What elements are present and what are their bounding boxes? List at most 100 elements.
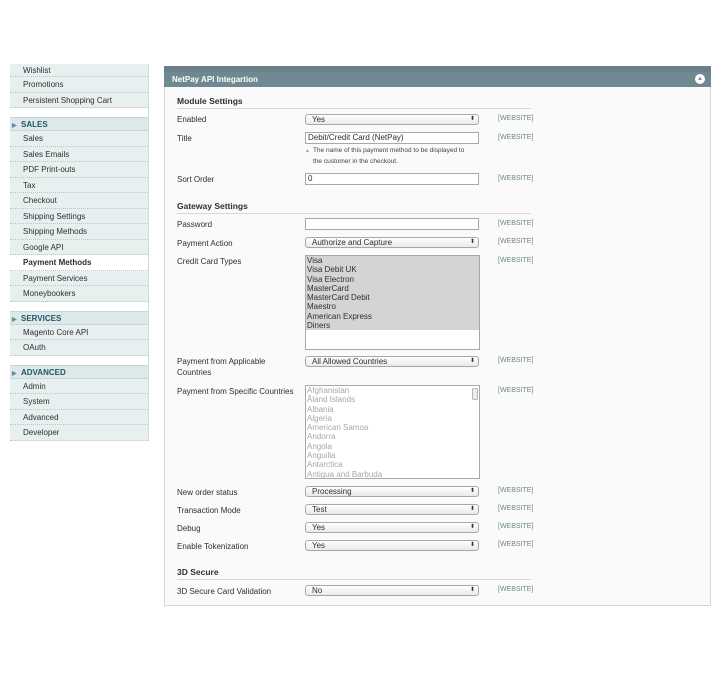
section-title: NetPay API Integartion	[172, 75, 258, 84]
enabled-label: Enabled	[177, 115, 207, 124]
debug-value: Yes	[312, 523, 326, 532]
sidebar-group-sales[interactable]: ▶ SALES	[10, 117, 148, 131]
sidebar-item-payment-methods[interactable]: Payment Methods	[10, 255, 148, 271]
sidebar-item-pdf-printouts[interactable]: PDF Print-outs	[10, 162, 148, 178]
sort-order-input[interactable]: 0	[305, 173, 479, 185]
sidebar-item-shipping-methods[interactable]: Shipping Methods	[10, 224, 148, 240]
tokenization-label: Enable Tokenization	[177, 542, 249, 551]
scope-label: [WEBSITE]	[498, 220, 534, 227]
scope-label: [WEBSITE]	[498, 115, 534, 122]
sidebar-item-sales-emails[interactable]: Sales Emails	[10, 146, 148, 162]
sidebar-item-advanced[interactable]: Advanced	[10, 409, 148, 425]
sidebar-group-label: ADVANCED	[21, 367, 66, 377]
cc-type-option[interactable]: MasterCard	[306, 283, 479, 294]
scope-label: [WEBSITE]	[498, 357, 534, 364]
password-input[interactable]	[305, 218, 479, 230]
secure3d-validation-value: No	[312, 586, 323, 595]
scope-label: [WEBSITE]	[498, 541, 534, 548]
select-arrows-icon: ⬍	[469, 542, 475, 548]
enabled-value: Yes	[312, 115, 326, 124]
password-label: Password	[177, 220, 213, 229]
select-arrows-icon: ⬍	[469, 116, 475, 122]
order-status-value: Processing	[312, 487, 352, 496]
scope-label: [WEBSITE]	[498, 238, 534, 245]
sidebar-item-sales[interactable]: Sales	[10, 131, 148, 147]
config-sidebar: Wishlist Promotions Persistent Shopping …	[10, 64, 149, 441]
secure3d-heading: 3D Secure	[177, 567, 531, 580]
tokenization-select[interactable]: Yes ⬍	[305, 540, 479, 551]
cc-type-option[interactable]: Visa	[306, 256, 479, 266]
sidebar-spacer	[10, 355, 148, 365]
sidebar-item-payment-services[interactable]: Payment Services	[10, 270, 148, 286]
sidebar-item-developer[interactable]: Developer	[10, 425, 148, 441]
cc-types-multiselect[interactable]: Visa Visa Debit UK Visa Electron MasterC…	[305, 255, 480, 350]
label-line1: Payment from Applicable	[177, 357, 266, 366]
title-input[interactable]: Debit/Credit Card (NetPay)	[305, 132, 479, 144]
scrollbar-thumb	[472, 388, 478, 400]
country-option: Albania	[307, 404, 334, 414]
country-option: Anguilla	[307, 451, 336, 461]
scope-label: [WEBSITE]	[498, 134, 534, 141]
country-option: Afghanistan	[307, 386, 350, 395]
sidebar-item-system[interactable]: System	[10, 394, 148, 410]
sidebar-item-shipping-settings[interactable]: Shipping Settings	[10, 208, 148, 224]
transaction-mode-label: Transaction Mode	[177, 506, 241, 515]
country-option: Andorra	[307, 432, 336, 442]
sidebar-item-checkout[interactable]: Checkout	[10, 193, 148, 209]
debug-select[interactable]: Yes ⬍	[305, 522, 479, 533]
order-status-select[interactable]: Processing ⬍	[305, 486, 479, 497]
select-arrows-icon: ⬍	[469, 506, 475, 512]
sidebar-item-moneybookers[interactable]: Moneybookers	[10, 286, 148, 302]
sidebar-item-admin[interactable]: Admin	[10, 378, 148, 394]
sidebar-item-promotions[interactable]: Promotions	[10, 77, 148, 93]
select-arrows-icon: ⬍	[469, 239, 475, 245]
sidebar-item-persistent-cart[interactable]: Persistent Shopping Cart	[10, 92, 148, 108]
scope-label: [WEBSITE]	[498, 487, 534, 494]
cc-type-option[interactable]: MasterCard Debit	[306, 293, 479, 303]
cc-type-option[interactable]: Visa Debit UK	[306, 265, 479, 275]
country-option: Antarctica	[307, 460, 343, 470]
country-option: Angola	[307, 441, 332, 451]
collapse-icon[interactable]: ▲	[695, 74, 705, 84]
secure3d-validation-label: 3D Secure Card Validation	[177, 587, 272, 596]
cc-type-option[interactable]: American Express	[306, 311, 479, 322]
gateway-settings-heading: Gateway Settings	[177, 201, 531, 214]
enabled-select[interactable]: Yes ⬍	[305, 114, 479, 125]
scope-label: [WEBSITE]	[498, 523, 534, 530]
applicable-countries-select[interactable]: All Allowed Countries ⬍	[305, 356, 479, 367]
cc-type-option[interactable]: Diners	[306, 321, 479, 331]
sidebar-item-wishlist[interactable]: Wishlist	[10, 64, 148, 77]
cc-types-label: Credit Card Types	[177, 257, 242, 266]
scope-label: [WEBSITE]	[498, 505, 534, 512]
sidebar-group-services[interactable]: ▶ SERVICES	[10, 310, 148, 325]
transaction-mode-select[interactable]: Test ⬍	[305, 504, 479, 515]
section-header[interactable]: NetPay API Integartion ▲	[164, 72, 711, 87]
country-option: Åland Islands	[307, 395, 356, 405]
scope-label: [WEBSITE]	[498, 586, 534, 593]
transaction-mode-value: Test	[312, 505, 327, 514]
sidebar-group-advanced[interactable]: ▶ ADVANCED	[10, 364, 148, 379]
sidebar-item-core-api[interactable]: Magento Core API	[10, 324, 148, 340]
scope-label: [WEBSITE]	[498, 387, 534, 394]
chevron-right-icon: ▶	[12, 123, 17, 129]
tokenization-value: Yes	[312, 541, 326, 550]
sidebar-item-tax[interactable]: Tax	[10, 177, 148, 193]
cc-type-option[interactable]: Visa Electron	[306, 274, 479, 284]
sidebar-spacer	[10, 301, 148, 311]
select-arrows-icon: ⬍	[469, 358, 475, 364]
select-arrows-icon: ⬍	[469, 524, 475, 530]
chevron-right-icon: ▶	[12, 370, 17, 377]
sidebar-group-label: SALES	[21, 120, 48, 129]
scope-label: [WEBSITE]	[498, 257, 534, 264]
country-option: American Samoa	[307, 423, 369, 433]
debug-label: Debug	[177, 524, 201, 533]
label-line2: Countries	[177, 368, 212, 377]
sidebar-item-google-api[interactable]: Google API	[10, 239, 148, 255]
payment-action-select[interactable]: Authorize and Capture ⬍	[305, 237, 479, 248]
applicable-countries-value: All Allowed Countries	[312, 357, 388, 366]
cc-type-option[interactable]: Maestro	[306, 302, 479, 312]
secure3d-validation-select[interactable]: No ⬍	[305, 585, 479, 596]
scope-label: [WEBSITE]	[498, 175, 534, 182]
select-arrows-icon: ⬍	[469, 488, 475, 494]
sidebar-item-oauth[interactable]: OAuth	[10, 340, 148, 356]
